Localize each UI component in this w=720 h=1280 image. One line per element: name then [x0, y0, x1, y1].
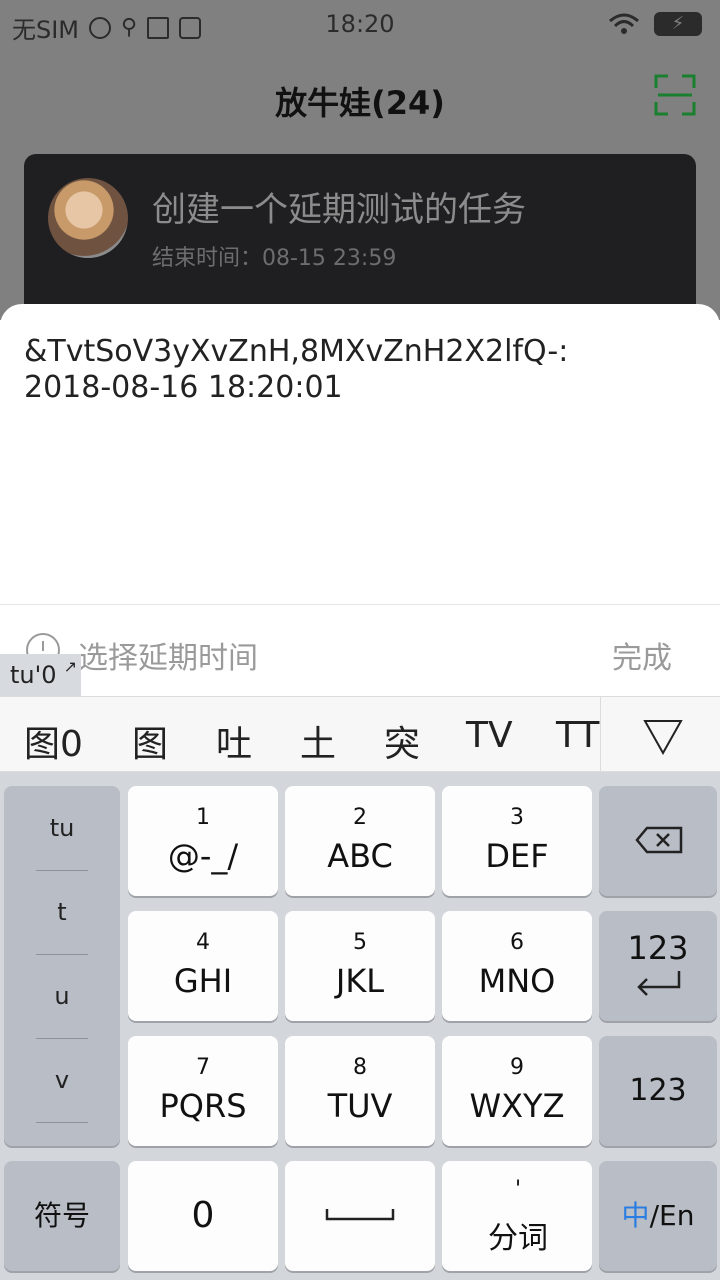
done-button[interactable]: 完成: [612, 633, 672, 677]
task-card[interactable]: 创建一个延期测试的任务 结束时间：08-15 23:59: [24, 154, 696, 324]
enter-arrow-icon: [637, 971, 681, 996]
divider: [36, 1122, 88, 1123]
pinyin-option[interactable]: tu: [4, 786, 120, 870]
key-5[interactable]: 5 JKL: [285, 911, 435, 1021]
lang-en-label: /En: [649, 1199, 695, 1232]
page-title: 放牛娃(24): [275, 84, 445, 122]
candidate-item[interactable]: TT: [556, 715, 599, 756]
key-number: 1: [196, 805, 210, 830]
enter-123-label: 123: [627, 929, 689, 967]
collapse-candidates-button[interactable]: [600, 697, 720, 773]
key-1[interactable]: 1 @-_/: [128, 786, 278, 896]
key-letters: WXYZ: [469, 1087, 565, 1125]
symbols-key[interactable]: 符号: [4, 1161, 120, 1271]
numbers-key-label: 123: [629, 1073, 687, 1108]
expand-arrow-icon: ↗: [63, 657, 77, 676]
key-letters: TUV: [327, 1087, 393, 1125]
language-switch-key[interactable]: 中/En: [599, 1161, 717, 1271]
app-background: 无SIM ⚲ 18:20 ⚡ 放牛娃(24) 创建一个延期测试的任务 结束时间：…: [0, 0, 720, 324]
symbols-key-label: 符号: [33, 1199, 90, 1232]
segment-key[interactable]: ' 分词: [442, 1161, 592, 1271]
key-letters: DEF: [485, 837, 549, 875]
key-number: 7: [196, 1055, 210, 1080]
delay-sheet: &TvtSoV3yXvZnH,8MXvZnH2X2lfQ-: 2018-08-1…: [0, 304, 720, 696]
key-number: 8: [353, 1055, 367, 1080]
scan-icon[interactable]: [654, 74, 696, 116]
backspace-key[interactable]: [599, 786, 717, 896]
task-deadline: 结束时间：08-15 23:59: [152, 246, 397, 271]
task-title: 创建一个延期测试的任务: [152, 190, 526, 230]
key-9[interactable]: 9 WXYZ: [442, 1036, 592, 1146]
segment-key-label: 分词: [488, 1221, 548, 1256]
candidate-item[interactable]: 图: [132, 715, 168, 767]
space-icon: [325, 1209, 395, 1221]
pinyin-option[interactable]: t: [4, 870, 120, 954]
wifi-icon: [609, 13, 639, 34]
key-letters: GHI: [173, 962, 233, 1000]
pinyin-option[interactable]: u: [4, 954, 120, 1038]
key-4[interactable]: 4 GHI: [128, 911, 278, 1021]
key-8[interactable]: 8 TUV: [285, 1036, 435, 1146]
apostrophe-label: ': [514, 1177, 522, 1202]
enter-key[interactable]: 123: [599, 911, 717, 1021]
delay-reason-input[interactable]: &TvtSoV3yXvZnH,8MXvZnH2X2lfQ-: 2018-08-1…: [24, 334, 694, 406]
key-number: 2: [353, 805, 367, 830]
ime-composing-text: tu'0 ↗: [0, 654, 81, 696]
key-number: 4: [196, 930, 210, 955]
pinyin-column: tu t u v: [4, 786, 120, 1146]
key-number: 9: [510, 1055, 524, 1080]
lang-zh-label: 中: [621, 1199, 650, 1232]
candidate-item[interactable]: 图0: [24, 715, 83, 767]
key-letters: PQRS: [159, 1087, 247, 1125]
candidate-item[interactable]: 吐: [216, 715, 252, 767]
key-0-label: 0: [191, 1195, 215, 1236]
numbers-key[interactable]: 123: [599, 1036, 717, 1146]
key-number: 3: [510, 805, 524, 830]
candidate-item[interactable]: 突: [384, 715, 420, 767]
status-bar: 无SIM ⚲ 18:20 ⚡: [0, 0, 720, 52]
key-0[interactable]: 0: [128, 1161, 278, 1271]
ime-keyboard: tu t u v 1 @-_/ 2 ABC 3 DEF 4 GHI 5 JKL …: [0, 772, 720, 1280]
pinyin-option[interactable]: v: [4, 1038, 120, 1122]
candidate-item[interactable]: 土: [300, 715, 336, 767]
select-delay-time-button[interactable]: 选择延期时间: [78, 633, 258, 677]
key-letters: JKL: [335, 962, 385, 1000]
space-key[interactable]: [285, 1161, 435, 1271]
key-7[interactable]: 7 PQRS: [128, 1036, 278, 1146]
key-letters: @-_/: [167, 837, 239, 875]
candidate-list: 图0 图 吐 土 突 TV TT: [0, 697, 600, 773]
battery-charging-icon: ⚡: [654, 12, 702, 36]
key-2[interactable]: 2 ABC: [285, 786, 435, 896]
avatar: [48, 178, 128, 258]
key-letters: MNO: [478, 962, 556, 1000]
triangle-down-icon: [643, 720, 683, 755]
key-number: 6: [510, 930, 524, 955]
key-letters: ABC: [327, 837, 393, 875]
key-number: 5: [353, 930, 367, 955]
composing-label: tu'0: [10, 661, 57, 689]
ime-candidate-bar: 图0 图 吐 土 突 TV TT: [0, 696, 720, 773]
candidate-item[interactable]: TV: [466, 715, 513, 756]
language-switch-label: 中/En: [599, 1161, 717, 1271]
backspace-icon: [635, 826, 683, 854]
key-3[interactable]: 3 DEF: [442, 786, 592, 896]
sheet-footer: 选择延期时间 完成: [0, 605, 720, 696]
key-6[interactable]: 6 MNO: [442, 911, 592, 1021]
